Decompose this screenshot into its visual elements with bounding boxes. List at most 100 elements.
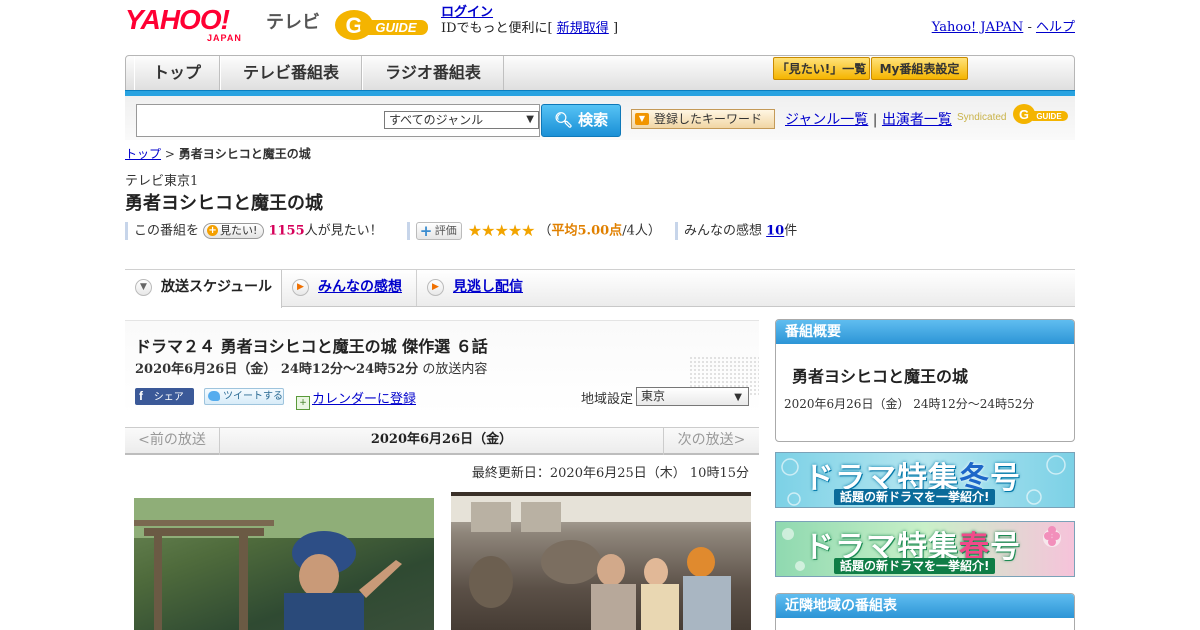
breadcrumb: トップ > 勇者ヨシヒコと魔王の城 xyxy=(125,145,311,162)
rating-open: （ xyxy=(538,223,552,239)
login-sub-prefix: IDでもっと便利に[ xyxy=(441,21,553,36)
tab-schedule-label: 放送スケジュール xyxy=(161,279,273,295)
stats-divider xyxy=(406,222,410,240)
tab-impressions-label: みんなの感想 xyxy=(318,279,402,295)
mitai-suffix: 人が見たい！ xyxy=(304,223,383,239)
stats-divider xyxy=(125,222,128,240)
gguide-small-logo: G GUIDE xyxy=(1012,102,1070,126)
episode-photo-2 xyxy=(451,492,751,630)
episode-title: ドラマ２４ 勇者ヨシヒコと魔王の城 傑作選 ６話 xyxy=(135,337,488,356)
current-date: 2020年6月26日（金） xyxy=(370,432,513,447)
yahoo-logo-text: YAHOO! xyxy=(125,4,230,35)
svg-text:GUIDE: GUIDE xyxy=(1036,112,1062,121)
main-nav: トップ テレビ番組表 ラジオ番組表 「見たい!」一覧 My番組表設定 xyxy=(125,55,1075,92)
impressions-count-link[interactable]: 10 xyxy=(766,224,784,239)
rating-average: 平均5.00点 xyxy=(551,223,623,239)
stats-divider xyxy=(674,222,678,240)
tab-streaming-label: 見逃し配信 xyxy=(453,279,523,295)
rating-stars: ★★★★★ xyxy=(467,221,536,240)
breadcrumb-sep: > xyxy=(164,147,175,161)
prev-broadcast-link[interactable]: <前の放送 xyxy=(125,427,220,455)
gguide-logo-graphic: G GUIDE xyxy=(335,10,428,40)
drama-winter-banner[interactable]: ドラマ特集冬号 話題の新ドラマを一挙紹介! xyxy=(775,452,1075,508)
plus-icon: + xyxy=(419,222,433,240)
banner-winter-sub: 話題の新ドラマを一挙紹介! xyxy=(834,489,996,505)
mitai-prefix: この番組を xyxy=(134,223,200,239)
search-links: ジャンル一覧 | 出演者一覧 xyxy=(785,109,952,129)
syndicated-text: Syndicated xyxy=(957,112,1007,123)
episode-date-time: 2020年6月26日（金） 24時12分～24時52分 xyxy=(135,362,419,377)
tab-impressions[interactable]: ▶ みんなの感想 xyxy=(282,270,417,306)
tv-logo-text[interactable]: テレビ xyxy=(266,8,320,34)
region-select-value: 東京 xyxy=(641,389,666,403)
cast-list-link[interactable]: 出演者一覧 xyxy=(882,112,952,128)
tweet-button[interactable]: ツイートする xyxy=(204,388,284,405)
help-link[interactable]: ヘルプ xyxy=(1036,20,1075,35)
dropdown-arrow-icon: ▼ xyxy=(734,392,742,403)
breadcrumb-top-link[interactable]: トップ xyxy=(125,147,161,161)
tab-streaming[interactable]: ▶ 見逃し配信 xyxy=(417,270,542,306)
nav-tab-tv[interactable]: テレビ番組表 xyxy=(220,56,362,91)
svg-text:G: G xyxy=(345,13,362,38)
nearby-schedule-box: 近隣地域の番組表 xyxy=(775,593,1075,630)
calendar-icon: + xyxy=(296,396,310,410)
gguide-logo[interactable]: G GUIDE xyxy=(334,6,432,42)
mitai-list-button[interactable]: 「見たい!」一覧 xyxy=(773,57,870,80)
impressions-prefix: みんなの感想 xyxy=(683,223,762,239)
tweet-button-label: ツイートする xyxy=(223,391,283,402)
register-link[interactable]: 新規取得 xyxy=(557,21,609,36)
nav-tab-top[interactable]: トップ xyxy=(134,56,220,91)
chevron-right-icon: ▶ xyxy=(427,279,444,296)
calendar-register-link[interactable]: カレンダーに登録 xyxy=(312,392,416,407)
banner-spring-sub: 話題の新ドラマを一挙紹介! xyxy=(834,558,996,574)
genre-select-value: すべてのジャンル xyxy=(389,113,484,127)
header-links: Yahoo! JAPAN - ヘルプ xyxy=(932,16,1075,35)
tab-schedule[interactable]: ▼ 放送スケジュール xyxy=(125,270,282,308)
rating-people: /4人） xyxy=(622,223,661,239)
facebook-share-label: シェア xyxy=(153,392,184,403)
genre-select[interactable]: すべてのジャンル ▼ xyxy=(384,111,539,129)
mitai-button-label: 見たい! xyxy=(220,224,258,237)
overview-heading: 番組概要 xyxy=(776,320,1074,344)
twitter-bird-icon xyxy=(208,391,220,401)
yahoo-japan-link[interactable]: Yahoo! JAPAN xyxy=(932,20,1024,35)
search-icon: 🔍︎ xyxy=(553,111,573,129)
genre-list-link[interactable]: ジャンル一覧 xyxy=(785,112,868,128)
calendar-register[interactable]: + カレンダーに登録 xyxy=(296,388,416,410)
keyword-button-label: 登録したキーワード xyxy=(654,112,763,126)
overview-date: 2020年6月26日（金） 24時12分～24時52分 xyxy=(784,397,1035,411)
search-button[interactable]: 🔍︎ 検索 xyxy=(541,104,621,137)
mitai-button[interactable]: + 見たい! xyxy=(203,223,265,239)
search-button-label: 検索 xyxy=(578,111,609,129)
eval-button[interactable]: + 評価 xyxy=(415,222,462,240)
nearby-schedule-heading: 近隣地域の番組表 xyxy=(776,594,1074,618)
search-link-divider: | xyxy=(872,112,878,128)
facebook-share-button[interactable]: f シェア xyxy=(135,388,194,405)
login-link[interactable]: ログイン xyxy=(441,5,493,20)
eval-button-label: 評価 xyxy=(434,224,457,237)
overview-title: 勇者ヨシヒコと魔王の城 xyxy=(792,367,969,386)
program-stats: この番組を + 見たい! 1155人が見たい！ + 評価 ★★★★★ （平均5.00点/4人… xyxy=(125,221,797,241)
episode-photo-1 xyxy=(134,498,434,630)
yahoo-logo-japan: JAPAN xyxy=(207,33,242,43)
facebook-icon: f xyxy=(139,389,143,403)
login-box: ログイン IDでもっと便利に[ 新規取得 ] xyxy=(441,5,618,37)
my-schedule-button[interactable]: My番組表設定 xyxy=(871,57,968,80)
triangle-down-icon: ▼ xyxy=(635,113,649,125)
mitai-count: 1155 xyxy=(268,223,305,239)
keyword-button[interactable]: ▼ 登録したキーワード xyxy=(631,109,775,129)
nav-tab-radio[interactable]: ラジオ番組表 xyxy=(362,56,504,91)
episode-date: 2020年6月26日（金） 24時12分～24時52分 の放送内容 xyxy=(135,358,487,377)
plus-icon: + xyxy=(207,225,219,236)
svg-text:GUIDE: GUIDE xyxy=(375,20,417,35)
episode-date-suffix: の放送内容 xyxy=(422,362,488,377)
region-label: 地域設定 xyxy=(581,392,634,407)
region-select[interactable]: 東京 ▼ xyxy=(636,387,749,406)
yahoo-logo[interactable]: YAHOO! JAPAN xyxy=(125,4,262,44)
breadcrumb-current: 勇者ヨシヒコと魔王の城 xyxy=(178,147,311,161)
next-broadcast-link[interactable]: 次の放送> xyxy=(663,427,759,455)
drama-spring-banner[interactable]: ドラマ特集春号 話題の新ドラマを一挙紹介! xyxy=(775,521,1075,577)
svg-text:G: G xyxy=(1019,107,1029,122)
login-sub-suffix: ] xyxy=(612,21,619,36)
impressions-suffix: 件 xyxy=(784,223,798,239)
